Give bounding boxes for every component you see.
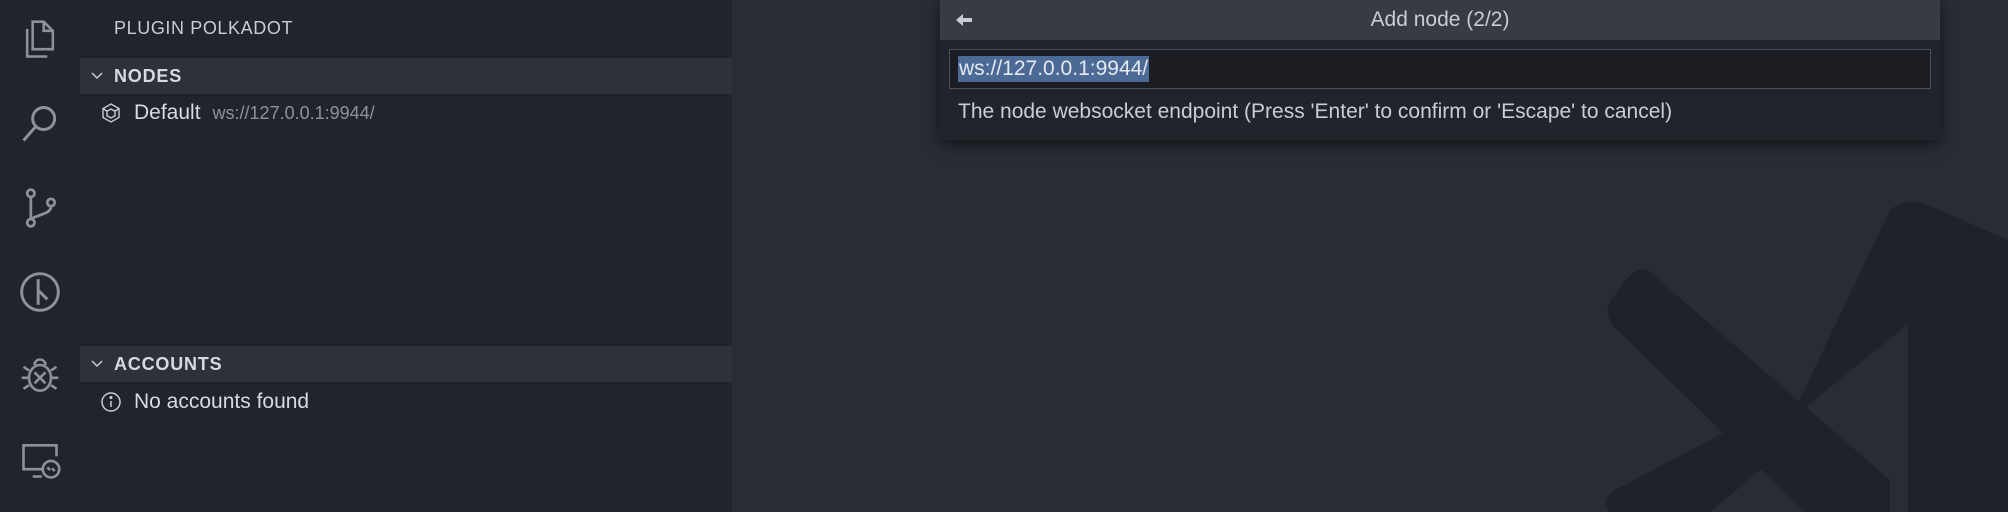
quick-input-title: Add node (2/2) <box>1370 8 1510 31</box>
files-icon[interactable] <box>16 16 64 64</box>
quick-input-widget: Add node (2/2) ws://127.0.0.1:9944/ The … <box>940 0 1940 140</box>
search-icon[interactable] <box>16 100 64 148</box>
accounts-empty-label: No accounts found <box>134 390 310 413</box>
source-control-icon[interactable] <box>16 184 64 232</box>
nodes-section-header[interactable]: NODES <box>80 58 732 94</box>
vscode-window: PLUGIN POLKADOT NODES Default ws://127.0… <box>0 0 2008 512</box>
input-selected-text: ws://127.0.0.1:9944/ <box>958 56 1150 82</box>
debug-icon[interactable] <box>16 352 64 400</box>
vscode-logo-watermark <box>1590 200 2008 512</box>
polkadot-icon[interactable] <box>16 268 64 316</box>
accounts-section-label: ACCOUNTS <box>114 353 223 374</box>
sidebar-title: PLUGIN POLKADOT <box>114 18 294 38</box>
sidebar: PLUGIN POLKADOT NODES Default ws://127.0… <box>80 0 732 512</box>
activity-bar <box>0 0 80 512</box>
node-item-default[interactable]: Default ws://127.0.0.1:9944/ <box>80 95 732 131</box>
accounts-section-header[interactable]: ACCOUNTS <box>80 346 732 382</box>
back-arrow-icon[interactable] <box>952 8 976 32</box>
chevron-down-icon <box>90 357 104 371</box>
node-endpoint-input[interactable]: ws://127.0.0.1:9944/ <box>949 49 1931 89</box>
nodes-section-label: NODES <box>114 65 183 86</box>
remote-explorer-icon[interactable] <box>16 436 64 484</box>
chevron-down-icon <box>90 69 104 83</box>
node-icon <box>100 102 122 124</box>
accounts-empty-item: No accounts found <box>80 384 732 420</box>
node-endpoint: ws://127.0.0.1:9944/ <box>212 102 375 123</box>
node-label: Default <box>134 101 201 124</box>
quick-input-message: The node websocket endpoint (Press 'Ente… <box>958 100 1673 123</box>
info-icon <box>100 391 122 413</box>
